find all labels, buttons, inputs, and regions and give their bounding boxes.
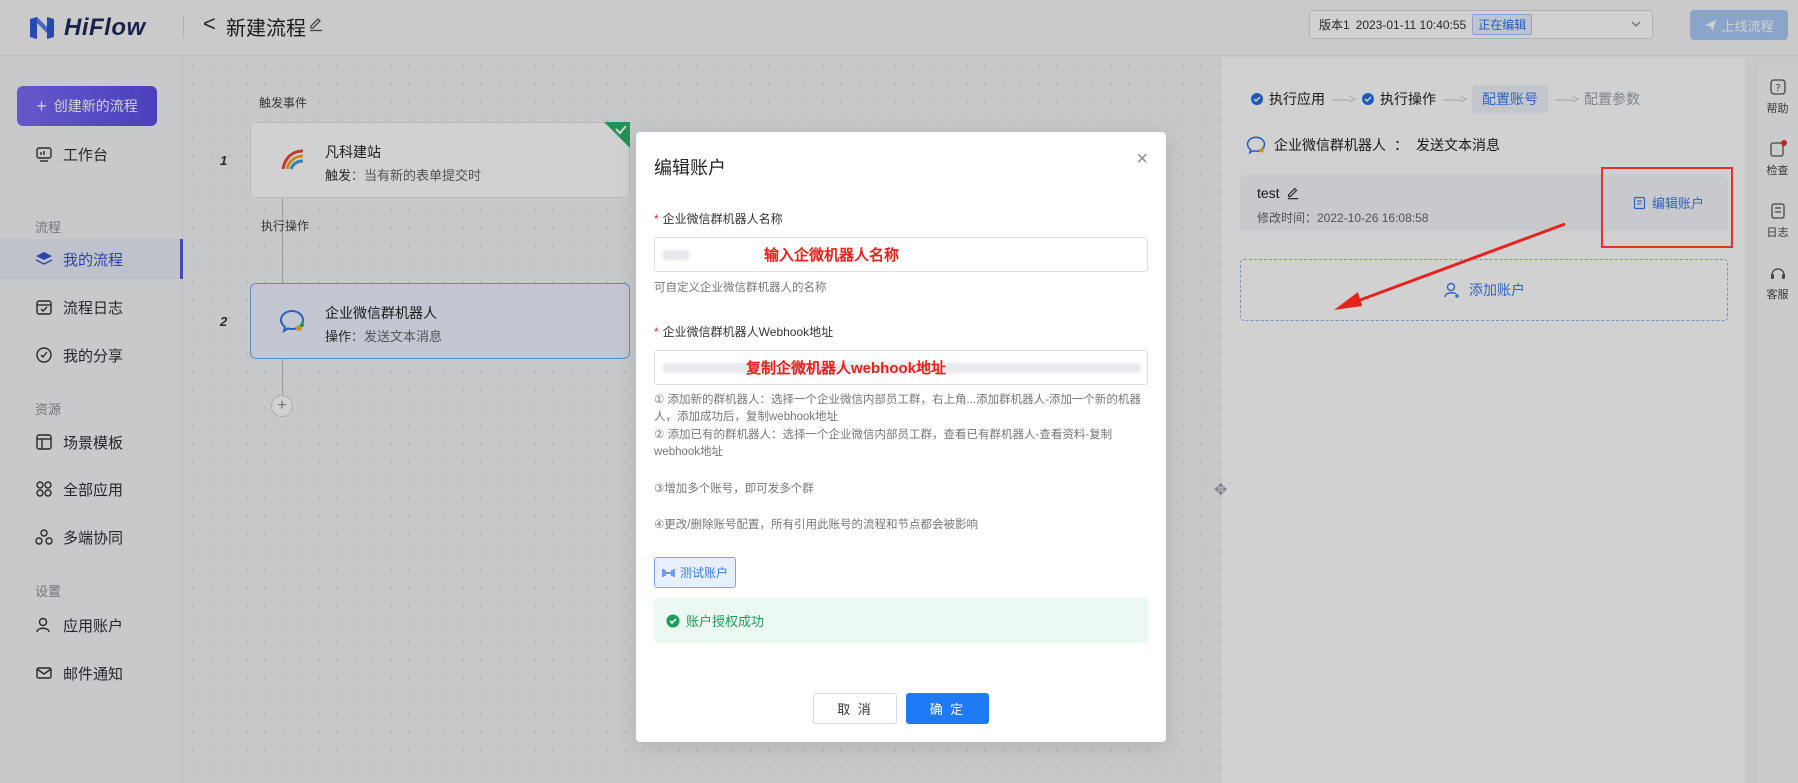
name-annotation: 输入企微机器人名称: [764, 247, 900, 264]
webhook-label: * 企业微信群机器人Webhook地址: [654, 325, 834, 339]
webhook-hint-2: ② 添加已有的群机器人：选择一个企业微信内部员工群，查看已有群机器人-查看资料-…: [654, 429, 1113, 458]
blurred-value: [663, 250, 689, 260]
close-icon[interactable]: ×: [1136, 148, 1148, 171]
confirm-button[interactable]: 确 定: [906, 693, 989, 724]
modal-title: 编辑账户: [654, 158, 726, 178]
webhook-hint-4: ④更改/删除账号配置，所有引用此账号的流程和节点都会被影响: [654, 519, 979, 531]
annotation-box: [1601, 167, 1733, 248]
robot-name-hint: 可自定义企业微信群机器人的名称: [654, 282, 827, 294]
test-account-label: 测试账户: [679, 566, 728, 580]
cancel-button[interactable]: 取 消: [813, 693, 897, 724]
webhook-annotation: 复制企微机器人webhook地址: [746, 360, 947, 377]
test-signal-icon: [662, 568, 675, 577]
robot-name-input[interactable]: [654, 237, 1148, 272]
edit-account-modal: 编辑账户 × * 企业微信群机器人名称 输入企微机器人名称 可自定义企业微信群机器…: [636, 132, 1166, 742]
test-account-button[interactable]: 测试账户: [654, 557, 736, 588]
robot-name-label: * 企业微信群机器人名称: [654, 212, 783, 226]
auth-success-text: 账户授权成功: [686, 614, 765, 629]
success-check-icon: [666, 614, 680, 627]
webhook-hint-3: ③增加多个账号，即可发多个群: [654, 483, 814, 495]
webhook-hint-1: ① 添加新的群机器人：选择一个企业微信内部员工群，右上角...添加群机器人-添加…: [654, 394, 1141, 423]
auth-success-alert: 账户授权成功: [654, 598, 1148, 643]
